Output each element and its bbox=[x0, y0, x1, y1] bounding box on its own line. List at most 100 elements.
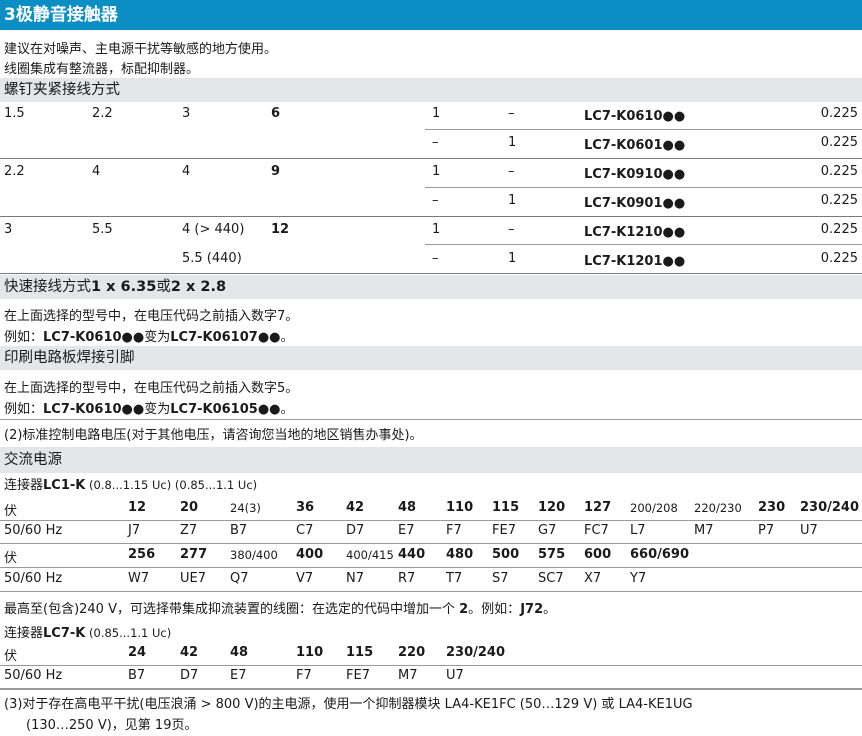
voltage-value: 220/230 bbox=[694, 501, 742, 515]
coil-code: D7 bbox=[346, 523, 365, 538]
weight-cell: 0.225 bbox=[820, 251, 858, 266]
rating-cell: 3 bbox=[4, 222, 13, 237]
coil-code: R7 bbox=[398, 571, 416, 586]
coil-code: N7 bbox=[346, 571, 364, 586]
weight-cell: 0.225 bbox=[820, 164, 858, 179]
row-divider bbox=[0, 665, 862, 666]
coil-code: U7 bbox=[800, 523, 818, 538]
voltage-value: 42 bbox=[180, 645, 199, 660]
row-divider bbox=[425, 244, 862, 245]
row-divider bbox=[0, 567, 862, 568]
divider bbox=[0, 419, 862, 420]
contact-cell: 1 bbox=[508, 193, 517, 208]
coil-code: SC7 bbox=[538, 571, 564, 586]
voltage-value: 480 bbox=[446, 547, 474, 562]
coil-code: U7 bbox=[446, 668, 464, 683]
row-divider bbox=[0, 520, 862, 521]
ac-heading: 交流电源 bbox=[0, 447, 862, 473]
page-title: 3极静音接触器 bbox=[0, 0, 862, 30]
rating-cell: 1.5 bbox=[4, 106, 25, 121]
coil-code: M7 bbox=[694, 523, 714, 538]
divider bbox=[0, 689, 862, 690]
coil-code: V7 bbox=[296, 571, 314, 586]
rating-cell: 12 bbox=[271, 222, 290, 237]
intro-line-1: 建议在对噪声、主电源干扰等敏感的地方使用。 bbox=[4, 42, 278, 57]
rating-cell: 4 bbox=[92, 164, 101, 179]
voltage-value: 230/240 bbox=[446, 645, 506, 660]
coil-code: D7 bbox=[180, 668, 199, 683]
hz-label: 50/60 Hz bbox=[4, 668, 63, 683]
voltage-value: 600 bbox=[584, 547, 612, 562]
contact-cell: 1 bbox=[432, 164, 441, 179]
voltage-value: 575 bbox=[538, 547, 566, 562]
coil-code: FC7 bbox=[584, 523, 609, 538]
contact-cell: – bbox=[432, 251, 439, 266]
voltage-value: 400 bbox=[296, 547, 324, 562]
coil-code: L7 bbox=[630, 523, 646, 538]
coil-code: E7 bbox=[230, 668, 247, 683]
voltage-value: 440 bbox=[398, 547, 426, 562]
voltage-value: 230/240 bbox=[800, 500, 860, 515]
voltage-value: 220 bbox=[398, 645, 426, 660]
voltage-value: 110 bbox=[446, 500, 474, 515]
coil-code: B7 bbox=[230, 523, 248, 538]
voltage-value: 115 bbox=[492, 500, 520, 515]
reference-cell: LC7-K1201●● bbox=[584, 254, 686, 269]
contact-cell: 1 bbox=[508, 135, 517, 150]
screw-heading: 螺钉夹紧接线方式 bbox=[0, 78, 862, 102]
coil-code: FE7 bbox=[492, 523, 516, 538]
voltage-value: 277 bbox=[180, 547, 208, 562]
voltage-value: 36 bbox=[296, 500, 315, 515]
volt-label: 伏 bbox=[4, 649, 18, 664]
row-divider bbox=[0, 543, 862, 544]
rating-cell: 4 (> 440) bbox=[182, 222, 245, 237]
ac-sub2: 连接器LC7-K (0.85...1.1 Uc) bbox=[4, 626, 172, 641]
coil-code: E7 bbox=[398, 523, 415, 538]
reference-cell: LC7-K0601●● bbox=[584, 138, 686, 153]
weight-cell: 0.225 bbox=[820, 135, 858, 150]
voltage-value: 500 bbox=[492, 547, 520, 562]
row-divider bbox=[0, 591, 862, 592]
rating-cell: 5.5 (440) bbox=[182, 251, 242, 266]
rating-cell: 2.2 bbox=[92, 106, 113, 121]
pcb-heading: 印刷电路板焊接引脚 bbox=[0, 346, 862, 370]
ac-sub1: 连接器LC1-K (0.8...1.15 Uc) (0.85...1.1 Uc) bbox=[4, 478, 258, 493]
voltage-value: 24 bbox=[128, 645, 147, 660]
hz-label: 50/60 Hz bbox=[4, 523, 63, 538]
ac-note: 最高至(包含)240 V，可选择带集成抑流装置的线圈：在选定的代码中增加一个 2… bbox=[4, 602, 557, 617]
coil-code: M7 bbox=[398, 668, 418, 683]
rating-cell: 6 bbox=[271, 106, 281, 121]
voltage-value: 42 bbox=[346, 500, 365, 515]
contact-cell: 1 bbox=[432, 222, 441, 237]
voltage-value: 660/690 bbox=[630, 547, 690, 562]
reference-cell: LC7-K0910●● bbox=[584, 167, 686, 182]
reference-cell: LC7-K1210●● bbox=[584, 225, 686, 240]
row-divider bbox=[0, 158, 862, 159]
coil-code: G7 bbox=[538, 523, 557, 538]
note-3-line-1: (3)对于存在高电平干扰(电压浪涌 > 800 V)的主电源，使用一个抑制器模块… bbox=[4, 697, 693, 712]
coil-code: FE7 bbox=[346, 668, 370, 683]
weight-cell: 0.225 bbox=[820, 193, 858, 208]
volt-label: 伏 bbox=[4, 504, 18, 519]
voltage-value: 110 bbox=[296, 645, 324, 660]
contact-cell: 1 bbox=[508, 251, 517, 266]
voltage-value: 127 bbox=[584, 500, 612, 515]
coil-code: C7 bbox=[296, 523, 314, 538]
note-2: (2)标准控制电路电压(对于其他电压，请咨询您当地的地区销售办事处)。 bbox=[4, 428, 423, 443]
voltage-value: 12 bbox=[128, 500, 147, 515]
rating-cell: 4 bbox=[182, 164, 191, 179]
coil-code: Y7 bbox=[630, 571, 647, 586]
voltage-value: 120 bbox=[538, 500, 566, 515]
coil-code: P7 bbox=[758, 523, 775, 538]
rating-cell: 2.2 bbox=[4, 164, 25, 179]
weight-cell: 0.225 bbox=[820, 106, 858, 121]
voltage-value: 380/400 bbox=[230, 548, 278, 562]
rating-cell: 3 bbox=[182, 106, 191, 121]
rating-cell: 9 bbox=[271, 164, 281, 179]
coil-code: F7 bbox=[296, 668, 312, 683]
rating-cell: 5.5 bbox=[92, 222, 113, 237]
coil-code: T7 bbox=[446, 571, 463, 586]
coil-code: UE7 bbox=[180, 571, 206, 586]
reference-cell: LC7-K0901●● bbox=[584, 196, 686, 211]
voltage-value: 115 bbox=[346, 645, 374, 660]
